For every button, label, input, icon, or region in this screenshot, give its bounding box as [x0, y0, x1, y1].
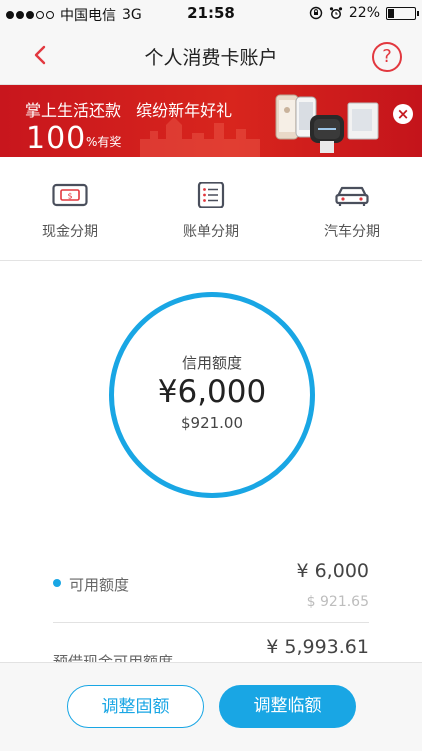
promo-banner[interactable]: 掌上生活还款 缤纷新年好礼 100 %有奖	[0, 85, 422, 157]
credit-limit-rmb: ¥6,000	[157, 374, 267, 410]
available-limit-rmb: ¥ 6,000	[296, 560, 369, 582]
banner-headline: 掌上生活还款 缤纷新年好礼	[25, 97, 242, 121]
status-right: 22%	[309, 5, 419, 21]
cash-card-icon: $	[52, 183, 88, 207]
battery-fill	[388, 8, 394, 18]
available-limit-label: 可用额度	[69, 576, 130, 594]
banner-amount: 100	[26, 121, 87, 156]
credit-limit-ring: 信用额度 ¥6,000 $921.00	[109, 292, 315, 498]
credit-limit-title: 信用额度	[181, 354, 242, 372]
banner-headline-part2: 缤纷新年好礼	[136, 101, 233, 120]
adjust-fixed-limit-button[interactable]: 调整固额	[67, 685, 204, 728]
banner-close-icon[interactable]: ×	[393, 104, 413, 124]
quick-action-car-installment[interactable]: 汽车分期	[282, 158, 422, 260]
quick-action-label: 现金分期	[42, 224, 98, 240]
battery-percent: 22%	[348, 5, 380, 21]
quick-actions: $ 现金分期 账单分期 汽车分期	[0, 158, 422, 261]
car-icon	[335, 186, 369, 206]
bottom-action-bar: 调整固额 调整临额	[0, 662, 422, 751]
rotation-lock-icon	[309, 6, 323, 20]
quick-action-bill-installment[interactable]: 账单分期	[141, 158, 281, 260]
credit-limit-usd: $921.00	[180, 414, 244, 432]
status-bar: 中国电信 3G 21:58 22%	[0, 0, 422, 28]
page-title: 个人消费卡账户	[144, 47, 278, 69]
bill-list-icon	[197, 182, 225, 208]
banner-headline-part1: 掌上生活还款	[25, 101, 122, 120]
banner-amount-note: %有奖	[86, 135, 122, 149]
adjust-temp-limit-button[interactable]: 调整临额	[219, 685, 356, 728]
quick-action-cash-installment[interactable]: $ 现金分期	[0, 158, 140, 260]
cash-advance-rmb: ¥ 5,993.61	[266, 636, 369, 658]
available-limit-usd: $ 921.65	[306, 594, 369, 610]
quick-action-label: 汽车分期	[324, 224, 380, 240]
prize-products-image	[275, 94, 379, 153]
navigation-bar: 个人消费卡账户 ?	[0, 28, 422, 85]
svg-text:$: $	[67, 191, 72, 200]
available-indicator-dot	[53, 579, 61, 587]
details-divider	[53, 622, 369, 623]
quick-action-label: 账单分期	[183, 224, 239, 240]
alarm-icon	[329, 7, 342, 19]
battery-icon	[386, 6, 419, 20]
help-icon[interactable]: ?	[372, 42, 402, 72]
